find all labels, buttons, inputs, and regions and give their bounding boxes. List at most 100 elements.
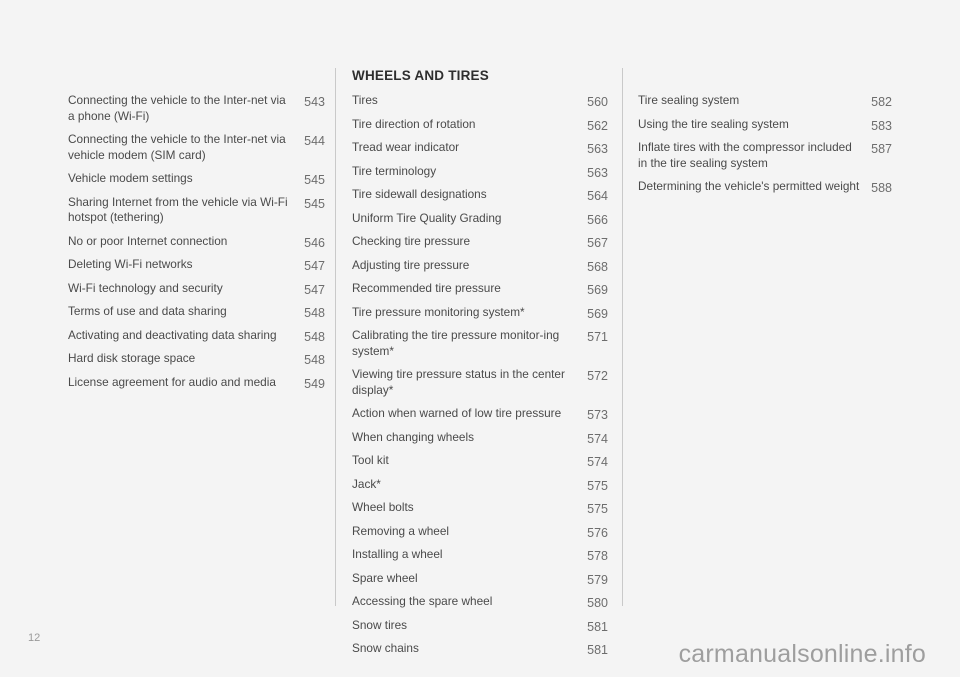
toc-entry-page-number: 576 xyxy=(587,525,608,540)
toc-entry-title: Vehicle modem settings xyxy=(68,171,193,185)
toc-entry-page-number: 548 xyxy=(304,329,325,344)
toc-entry[interactable]: Tire sidewall designations 564 xyxy=(352,187,608,203)
toc-entry[interactable]: Calibrating the tire pressure monitor-in… xyxy=(352,328,608,359)
toc-list-column-3: Tire sealing system 582 Using the tire sea… xyxy=(638,93,892,195)
toc-entry-page-number: 564 xyxy=(587,189,608,203)
toc-entry-page-number: 568 xyxy=(587,259,608,274)
toc-entry[interactable]: Tread wear indicator 563 xyxy=(352,140,608,156)
toc-entry-title: License agreement for audio and media xyxy=(68,374,276,389)
toc-entry[interactable]: No or poor Internet connection 546 xyxy=(68,234,325,250)
toc-list-column-1: Connecting the vehicle to the Inter-net … xyxy=(68,93,325,391)
toc-entry-title: Deleting Wi-Fi networks xyxy=(68,257,193,271)
toc-entry-page-number: 578 xyxy=(587,549,608,563)
toc-entry[interactable]: When changing wheels 574 xyxy=(352,430,608,446)
toc-entry-title: Accessing the spare wheel xyxy=(352,594,493,608)
toc-entry[interactable]: Connecting the vehicle to the Inter-net … xyxy=(68,132,325,163)
toc-entry-page-number: 575 xyxy=(587,502,608,516)
toc-entry-title: Tire sidewall designations xyxy=(352,187,487,201)
toc-entry[interactable]: Tool kit 574 xyxy=(352,453,608,469)
toc-entry[interactable]: Removing a wheel 576 xyxy=(352,524,608,540)
section-heading-wheels-and-tires: WHEELS AND TIRES xyxy=(352,68,489,83)
toc-entry[interactable]: Viewing tire pressure status in the cent… xyxy=(352,367,608,398)
toc-entry[interactable]: Deleting Wi-Fi networks 547 xyxy=(68,257,325,273)
toc-entry-title: Tire terminology xyxy=(352,163,437,178)
toc-list-column-2: Tires 560 Tire direction of rotation 562 Tre… xyxy=(352,93,608,657)
toc-entry[interactable]: Tire pressure monitoring system* 569 xyxy=(352,305,608,321)
toc-entry-page-number: 569 xyxy=(587,306,608,321)
toc-entry-title: Adjusting tire pressure xyxy=(352,257,470,272)
toc-entry-page-number: 547 xyxy=(304,259,325,273)
toc-entry-page-number: 544 xyxy=(304,134,325,148)
toc-entry[interactable]: Uniform Tire Quality Grading 566 xyxy=(352,211,608,227)
toc-entry-page-number: 575 xyxy=(587,478,608,493)
toc-entry-title: Tire pressure monitoring system* xyxy=(352,304,525,319)
toc-entry[interactable]: Installing a wheel 578 xyxy=(352,547,608,563)
toc-entry-page-number: 563 xyxy=(587,165,608,180)
toc-entry-title: Snow chains xyxy=(352,641,419,655)
toc-entry[interactable]: Snow chains 581 xyxy=(352,641,608,657)
watermark: carmanualsonline.info xyxy=(678,640,926,668)
toc-entry-title: Tool kit xyxy=(352,453,389,467)
toc-entry[interactable]: Wheel bolts 575 xyxy=(352,500,608,516)
toc-entry-page-number: 548 xyxy=(304,353,325,367)
toc-entry-title: Inflate tires with the compressor includ… xyxy=(638,140,852,170)
toc-entry[interactable]: Spare wheel 579 xyxy=(352,571,608,587)
toc-entry[interactable]: Checking tire pressure 567 xyxy=(352,234,608,250)
toc-entry-page-number: 547 xyxy=(304,282,325,297)
toc-entry-page-number: 572 xyxy=(587,369,608,383)
toc-entry-title: Connecting the vehicle to the Inter-net … xyxy=(68,93,286,123)
toc-column-3: Tire sealing system 582 Using the tire sea… xyxy=(638,68,892,203)
column-1-heading-spacer xyxy=(68,68,325,93)
toc-entry[interactable]: Determining the vehicle's permitted weig… xyxy=(638,179,892,195)
toc-entry-title: Using the tire sealing system xyxy=(638,116,789,131)
toc-entry-page-number: 560 xyxy=(587,95,608,109)
toc-entry[interactable]: Jack* 575 xyxy=(352,477,608,493)
toc-entry-title: No or poor Internet connection xyxy=(68,233,228,248)
toc-entry-page-number: 546 xyxy=(304,235,325,250)
toc-column-1: Connecting the vehicle to the Inter-net … xyxy=(68,68,325,398)
toc-entry[interactable]: Action when warned of low tire pressure 5… xyxy=(352,406,608,422)
toc-entry[interactable]: Tire terminology 563 xyxy=(352,164,608,180)
toc-entry[interactable]: Terms of use and data sharing 548 xyxy=(68,304,325,320)
toc-entry[interactable]: Activating and deactivating data sharing… xyxy=(68,328,325,344)
toc-entry-page-number: 549 xyxy=(304,376,325,391)
column-3-heading-spacer xyxy=(638,68,892,93)
toc-entry-title: Removing a wheel xyxy=(352,523,450,538)
toc-entry[interactable]: Inflate tires with the compressor includ… xyxy=(638,140,892,171)
toc-entry[interactable]: Using the tire sealing system 583 xyxy=(638,117,892,133)
toc-entry-title: Connecting the vehicle to the Inter-net … xyxy=(68,132,286,162)
toc-entry-title: Tires xyxy=(352,93,378,107)
toc-entry[interactable]: Accessing the spare wheel 580 xyxy=(352,594,608,610)
toc-entry[interactable]: Hard disk storage space 548 xyxy=(68,351,325,367)
toc-entry-page-number: 569 xyxy=(587,283,608,297)
toc-entry[interactable]: Tires 560 xyxy=(352,93,608,109)
toc-entry[interactable]: Tire direction of rotation 562 xyxy=(352,117,608,133)
toc-entry-page-number: 567 xyxy=(587,236,608,250)
toc-entry[interactable]: Vehicle modem settings 545 xyxy=(68,171,325,187)
toc-entry[interactable]: Sharing Internet from the vehicle via Wi… xyxy=(68,195,325,226)
toc-entry[interactable]: Recommended tire pressure 569 xyxy=(352,281,608,297)
toc-entry[interactable]: Wi-Fi technology and security 547 xyxy=(68,281,325,297)
toc-entry-title: Snow tires xyxy=(352,617,408,632)
toc-entry-title: Hard disk storage space xyxy=(68,351,196,365)
toc-entry-page-number: 582 xyxy=(871,95,892,109)
toc-entry[interactable]: Connecting the vehicle to the Inter-net … xyxy=(68,93,325,124)
column-divider-right xyxy=(622,68,623,606)
toc-entry[interactable]: Adjusting tire pressure 568 xyxy=(352,258,608,274)
toc-entry-page-number: 563 xyxy=(587,142,608,156)
toc-entry[interactable]: Tire sealing system 582 xyxy=(638,93,892,109)
toc-entry-title: Tread wear indicator xyxy=(352,140,460,154)
toc-entry[interactable]: License agreement for audio and media 549 xyxy=(68,375,325,391)
toc-entry-page-number: 574 xyxy=(587,431,608,446)
toc-entry-page-number: 566 xyxy=(587,212,608,227)
toc-entry-title: Wheel bolts xyxy=(352,500,414,514)
column-divider-left xyxy=(335,68,336,606)
toc-entry-page-number: 579 xyxy=(587,572,608,587)
toc-entry-title: Viewing tire pressure status in the cent… xyxy=(352,367,565,397)
toc-entry-title: Tire sealing system xyxy=(638,93,740,107)
toc-entry-page-number: 573 xyxy=(587,408,608,422)
toc-entry-page-number: 543 xyxy=(304,95,325,109)
toc-entry-page-number: 545 xyxy=(304,173,325,187)
toc-entry-page-number: 583 xyxy=(871,118,892,133)
toc-entry[interactable]: Snow tires 581 xyxy=(352,618,608,634)
